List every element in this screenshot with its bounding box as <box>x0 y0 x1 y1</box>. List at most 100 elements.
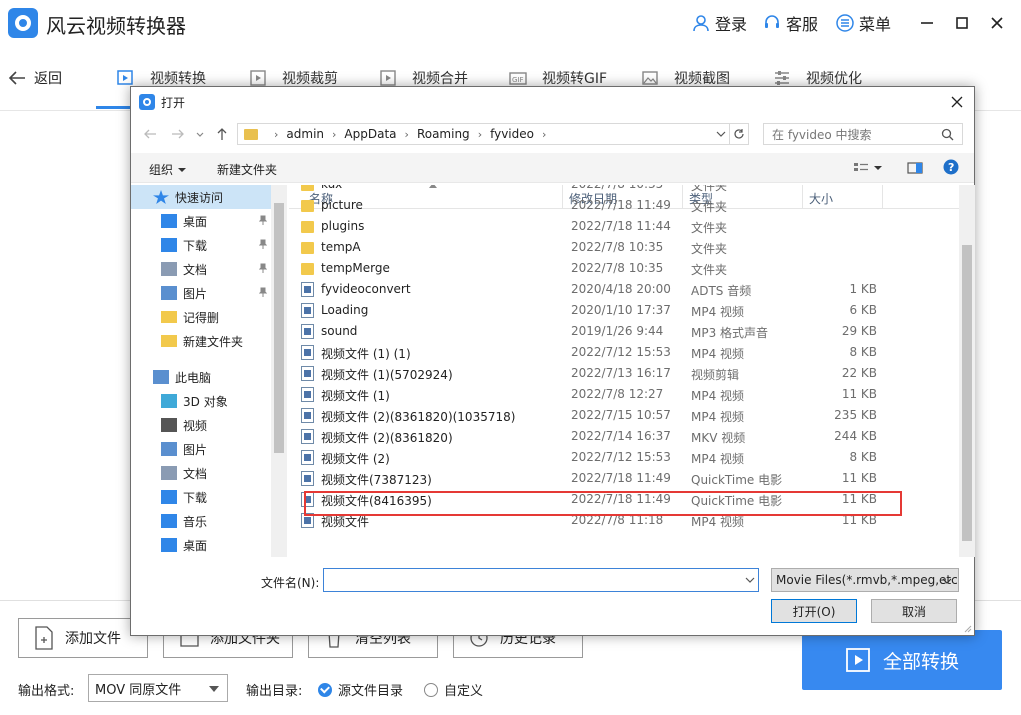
file-row[interactable]: 视频文件 (2)(8361820) 2022/7/14 16:37 MKV 视频 24… <box>301 426 951 447</box>
login-link[interactable]: 登录 <box>692 11 747 35</box>
tree-item[interactable]: 下载 <box>131 485 271 509</box>
up-arrow-icon[interactable] <box>215 127 229 141</box>
tree-item[interactable]: 音乐 <box>131 509 271 533</box>
view-options-button[interactable] <box>853 161 882 175</box>
tab-video-convert[interactable]: 视频转换 <box>116 68 206 88</box>
file-type: MP4 视频 <box>691 515 745 529</box>
file-row[interactable]: sound 2019/1/26 9:44 MP3 格式声音 29 KB <box>301 321 951 342</box>
tree-item[interactable]: 下载 <box>131 233 271 257</box>
chevron-down-icon[interactable] <box>195 127 205 141</box>
add-file-button[interactable]: 添加文件 <box>18 618 148 658</box>
file-type: 文件夹 <box>691 263 728 277</box>
tree-item[interactable]: 图片 <box>131 437 271 461</box>
radio-label: 自定义 <box>444 684 484 699</box>
file-row[interactable]: kux 2022/7/8 10:35 文件夹 <box>301 185 951 195</box>
file-name: tempA <box>321 240 361 254</box>
minimize-button[interactable] <box>916 12 938 34</box>
organize-button[interactable]: 组织 <box>149 161 187 178</box>
file-icon <box>301 387 314 402</box>
file-row[interactable]: tempA 2022/7/8 10:35 文件夹 <box>301 237 951 258</box>
tab-video-crop[interactable]: 视频裁剪 <box>248 68 338 88</box>
tab-video-optimize[interactable]: 视频优化 <box>772 68 862 88</box>
breadcrumb-appdata[interactable]: AppData <box>344 127 396 141</box>
resize-grip-icon[interactable] <box>962 623 972 633</box>
forward-arrow-icon[interactable] <box>171 127 185 141</box>
tab-video-merge[interactable]: 视频合并 <box>378 68 468 88</box>
tree-item[interactable]: 3D 对象 <box>131 389 271 413</box>
file-row[interactable]: fyvideoconvert 2020/4/18 20:00 ADTS 音频 1 KB <box>301 279 951 300</box>
login-label: 登录 <box>715 15 748 34</box>
add-file-icon <box>35 626 53 650</box>
tab-video-screenshot[interactable]: 视频截图 <box>640 68 730 88</box>
back-arrow-icon[interactable] <box>143 127 157 141</box>
cancel-button[interactable]: 取消 <box>871 599 957 623</box>
dialog-titlebar: 打开 <box>131 87 974 117</box>
chevron-down-icon <box>874 166 882 170</box>
tab-video-to-gif[interactable]: GIF 视频转GIF <box>508 68 607 88</box>
file-type-select[interactable]: Movie Files(*.rmvb,*.mpeg,etc) <box>771 568 959 592</box>
filename-input[interactable] <box>323 568 759 592</box>
radio-custom-dir[interactable]: 自定义 <box>424 680 483 699</box>
breadcrumb-fyvideo[interactable]: fyvideo <box>490 127 534 141</box>
tree-item[interactable]: 桌面 <box>131 533 271 557</box>
file-row[interactable]: 视频文件(7387123) 2022/7/18 11:49 QuickTime 电影… <box>301 468 951 489</box>
address-dropdown-button[interactable] <box>713 123 729 145</box>
address-bar[interactable]: › admin › AppData › Roaming › fyvideo › <box>237 123 749 145</box>
tree-item[interactable]: 视频 <box>131 413 271 437</box>
file-list-scrollbar[interactable] <box>959 185 975 557</box>
preview-pane-icon <box>907 162 923 174</box>
file-row[interactable]: plugins 2022/7/18 11:44 文件夹 <box>301 216 951 237</box>
file-row[interactable]: tempMerge 2022/7/8 10:35 文件夹 <box>301 258 951 279</box>
file-name: 视频文件 (2)(8361820)(1035718) <box>321 410 516 424</box>
refresh-button[interactable] <box>729 123 749 145</box>
file-row[interactable]: 视频文件(8416395) 2022/7/18 11:49 QuickTime 电影… <box>301 489 951 510</box>
close-button[interactable] <box>986 12 1008 34</box>
file-row[interactable]: 视频文件 (2)(8361820)(1035718) 2022/7/15 10:5… <box>301 405 951 426</box>
tree-item[interactable]: 记得删 <box>131 305 271 329</box>
menu-link[interactable]: 菜单 <box>836 11 891 35</box>
tree-item-label: 下载 <box>183 490 208 505</box>
service-link[interactable]: 客服 <box>763 11 818 35</box>
filename-dropdown-button[interactable] <box>741 568 759 592</box>
radio-source-dir[interactable]: 源文件目录 <box>318 680 403 699</box>
output-format-select[interactable]: MOV 同原文件 <box>88 674 228 702</box>
file-size: 22 KB <box>841 366 877 380</box>
file-size: 11 KB <box>841 471 877 485</box>
breadcrumb-admin[interactable]: admin <box>286 127 324 141</box>
tree-item[interactable]: 图片 <box>131 281 271 305</box>
dialog-close-button[interactable] <box>948 93 966 111</box>
file-row[interactable]: 视频文件 2022/7/8 11:18 MP4 视频 11 KB <box>301 510 951 531</box>
file-date: 2022/7/18 11:49 <box>571 471 671 485</box>
back-button[interactable]: 返回 <box>8 68 62 88</box>
tree-item[interactable]: 快速访问 <box>131 185 271 209</box>
file-row[interactable]: 视频文件 (1) 2022/7/8 12:27 MP4 视频 11 KB <box>301 384 951 405</box>
file-row[interactable]: 视频文件 (1)(5702924) 2022/7/13 16:17 视频剪辑 22 K… <box>301 363 951 384</box>
preview-pane-button[interactable] <box>907 161 923 175</box>
file-list-scroll-thumb[interactable] <box>962 245 972 541</box>
tree-scroll-thumb[interactable] <box>274 203 284 453</box>
tree-item[interactable]: 桌面 <box>131 209 271 233</box>
file-row[interactable]: picture 2022/7/18 11:49 文件夹 <box>301 195 951 216</box>
tree-item[interactable]: 文档 <box>131 461 271 485</box>
video-icon <box>161 418 177 432</box>
tree-item[interactable]: 新建文件夹 <box>131 329 271 353</box>
tree-item[interactable]: 文档 <box>131 257 271 281</box>
sliders-icon <box>775 71 789 85</box>
file-row[interactable]: 视频文件 (2) 2022/7/12 15:53 MP4 视频 8 KB <box>301 447 951 468</box>
file-type: 文件夹 <box>691 185 728 193</box>
new-folder-button[interactable]: 新建文件夹 <box>217 161 277 178</box>
tree-item[interactable]: 此电脑 <box>131 365 271 389</box>
file-row[interactable]: 视频文件 (1) (1) 2022/7/12 15:53 MP4 视频 8 KB <box>301 342 951 363</box>
file-row[interactable]: Loading 2020/1/10 17:37 MP4 视频 6 KB <box>301 300 951 321</box>
maximize-button[interactable] <box>951 12 973 34</box>
open-button[interactable]: 打开(O) <box>771 599 857 623</box>
file-icon <box>301 429 314 444</box>
convert-all-button[interactable]: 全部转换 <box>802 630 1002 690</box>
picture-icon <box>161 286 177 300</box>
file-type: MP4 视频 <box>691 410 745 424</box>
help-button[interactable]: ? <box>943 159 959 175</box>
tree-scrollbar[interactable] <box>271 185 287 557</box>
search-input[interactable]: 在 fyvideo 中搜索 <box>763 123 963 145</box>
tree-item-label: 桌面 <box>183 538 208 553</box>
breadcrumb-roaming[interactable]: Roaming <box>417 127 470 141</box>
